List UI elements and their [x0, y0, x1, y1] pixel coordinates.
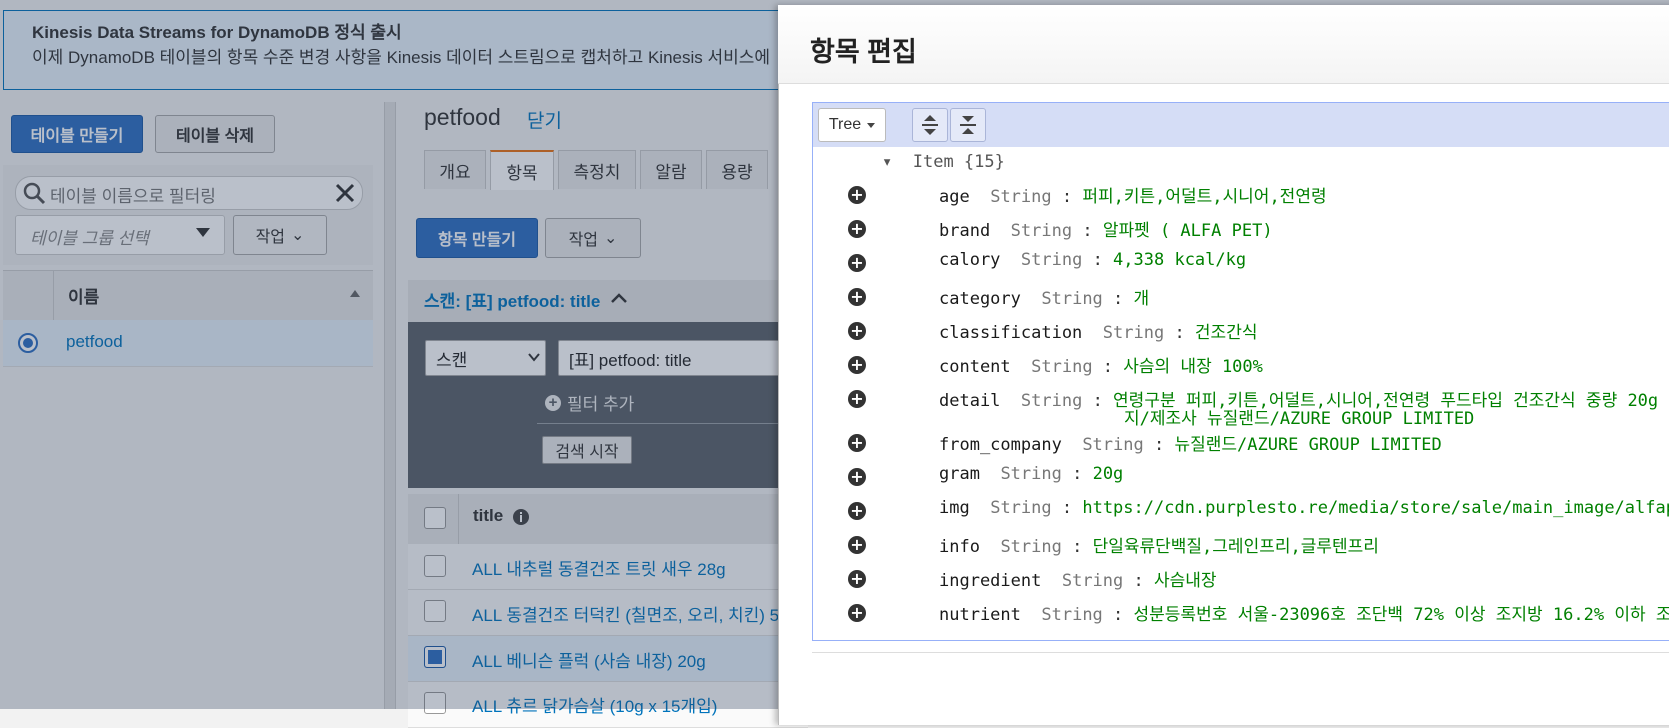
- tree-field-row[interactable]: brand String : 알파펫 ( ALFA PET): [939, 216, 1273, 241]
- field-separator: :: [1072, 221, 1103, 241]
- field-value-continuation[interactable]: 지/제조사 뉴질랜드/AZURE GROUP LIMITED: [1124, 404, 1474, 429]
- field-separator: :: [1082, 250, 1114, 270]
- field-value[interactable]: 알파펫 ( ALFA PET): [1103, 221, 1273, 241]
- field-value[interactable]: 사슴내장: [1154, 571, 1217, 591]
- add-field-icon[interactable]: +: [848, 254, 866, 272]
- field-separator: :: [1123, 571, 1154, 591]
- field-value[interactable]: 개: [1134, 289, 1150, 309]
- root-label: Item {15}: [912, 152, 1005, 172]
- add-field-icon[interactable]: +: [848, 322, 866, 340]
- modal-footer-divider: [812, 652, 1669, 653]
- field-value[interactable]: 단일육류단백질,그레인프리,글루텐프리: [1093, 537, 1379, 557]
- field-value[interactable]: https://cdn.purplesto.re/media/store/sal…: [1082, 498, 1669, 518]
- field-type[interactable]: String: [1082, 435, 1143, 455]
- add-field-icon[interactable]: +: [848, 288, 866, 306]
- field-separator: :: [1102, 605, 1134, 625]
- collapse-all-button[interactable]: [950, 108, 986, 142]
- field-value[interactable]: 20g: [1093, 464, 1124, 484]
- field-key[interactable]: age: [939, 187, 970, 207]
- field-type[interactable]: String: [1011, 221, 1072, 241]
- tree-root-row[interactable]: ▾ Item {15}: [882, 152, 1005, 172]
- field-value[interactable]: 건조간식: [1195, 323, 1258, 343]
- view-mode-value: Tree: [828, 116, 862, 133]
- add-field-icon[interactable]: +: [848, 468, 866, 486]
- field-value[interactable]: 뉴질랜드/AZURE GROUP LIMITED: [1174, 435, 1441, 455]
- expand-all-icon: [922, 115, 938, 135]
- field-type[interactable]: String: [1031, 357, 1092, 377]
- tree-field-row[interactable]: classification String : 건조간식: [939, 318, 1257, 343]
- collapse-all-icon: [960, 116, 976, 134]
- field-separator: :: [1061, 537, 1093, 557]
- field-key[interactable]: ingredient: [939, 571, 1041, 591]
- field-type[interactable]: String: [1103, 323, 1164, 343]
- field-type[interactable]: String: [1021, 391, 1082, 411]
- tree-field-row[interactable]: category String : 개: [939, 284, 1149, 309]
- caret-down-icon: [867, 122, 876, 128]
- field-key[interactable]: from_company: [939, 435, 1062, 455]
- field-key[interactable]: nutrient: [939, 605, 1021, 625]
- tree-field-row[interactable]: ingredient String : 사슴내장: [939, 566, 1217, 591]
- field-separator: :: [1061, 464, 1093, 484]
- add-field-icon[interactable]: +: [848, 356, 866, 374]
- tree-field-row[interactable]: gram String : 20g: [939, 464, 1123, 484]
- add-field-icon[interactable]: +: [848, 536, 866, 554]
- field-type[interactable]: String: [1041, 289, 1102, 309]
- field-value[interactable]: 퍼피,키튼,어덜트,시니어,전연령: [1082, 187, 1326, 207]
- tree-field-row[interactable]: from_company String : 뉴질랜드/AZURE GROUP L…: [939, 430, 1442, 455]
- field-separator: :: [1051, 498, 1083, 518]
- add-field-icon[interactable]: +: [848, 434, 866, 452]
- field-key[interactable]: gram: [939, 464, 980, 484]
- add-field-icon[interactable]: +: [848, 570, 866, 588]
- field-key[interactable]: detail: [939, 391, 1000, 411]
- field-type[interactable]: String: [990, 187, 1051, 207]
- field-key[interactable]: content: [939, 357, 1011, 377]
- modal-title: 항목 편집: [810, 37, 917, 67]
- tree-field-row[interactable]: content String : 사슴의 내장 100%: [939, 352, 1263, 377]
- field-separator: :: [1164, 323, 1195, 343]
- add-field-icon[interactable]: +: [848, 502, 866, 520]
- field-value[interactable]: 성분등록번호 서울-23096호 조단백 72% 이상 조지방 16.2% 이하…: [1134, 605, 1669, 625]
- expand-all-button[interactable]: [912, 108, 948, 142]
- field-key[interactable]: brand: [939, 221, 990, 241]
- tree-field-row[interactable]: img String : https://cdn.purplesto.re/me…: [939, 498, 1669, 518]
- field-separator: :: [1102, 289, 1134, 309]
- add-field-icon[interactable]: +: [848, 390, 866, 408]
- tree-field-row[interactable]: info String : 단일육류단백질,그레인프리,글루텐프리: [939, 532, 1379, 557]
- field-separator: :: [1092, 357, 1124, 377]
- add-field-icon[interactable]: +: [848, 186, 866, 204]
- field-key[interactable]: classification: [939, 323, 1082, 343]
- field-type[interactable]: String: [1021, 250, 1082, 270]
- field-type[interactable]: String: [1000, 464, 1061, 484]
- field-type[interactable]: String: [990, 498, 1051, 518]
- collapse-triangle-icon[interactable]: ▾: [882, 152, 892, 172]
- tree-field-row[interactable]: age String : 퍼피,키튼,어덜트,시니어,전연령: [939, 182, 1327, 207]
- field-key[interactable]: info: [939, 537, 980, 557]
- field-separator: :: [1082, 391, 1114, 411]
- field-key[interactable]: category: [939, 289, 1021, 309]
- add-field-icon[interactable]: +: [848, 220, 866, 238]
- tree-field-row[interactable]: nutrient String : 성분등록번호 서울-23096호 조단백 7…: [939, 600, 1669, 625]
- view-mode-select[interactable]: Tree: [818, 108, 886, 142]
- field-type[interactable]: String: [1000, 537, 1061, 557]
- field-type[interactable]: String: [1062, 571, 1123, 591]
- field-value[interactable]: 사슴의 내장 100%: [1123, 357, 1263, 377]
- field-key[interactable]: calory: [939, 250, 1000, 270]
- tree-field-row[interactable]: calory String : 4,338 kcal/kg: [939, 250, 1246, 270]
- add-field-icon[interactable]: +: [848, 604, 866, 622]
- field-separator: :: [1143, 435, 1175, 455]
- field-type[interactable]: String: [1041, 605, 1102, 625]
- field-key[interactable]: img: [939, 498, 970, 518]
- field-value[interactable]: 4,338 kcal/kg: [1113, 250, 1246, 270]
- field-separator: :: [1051, 187, 1083, 207]
